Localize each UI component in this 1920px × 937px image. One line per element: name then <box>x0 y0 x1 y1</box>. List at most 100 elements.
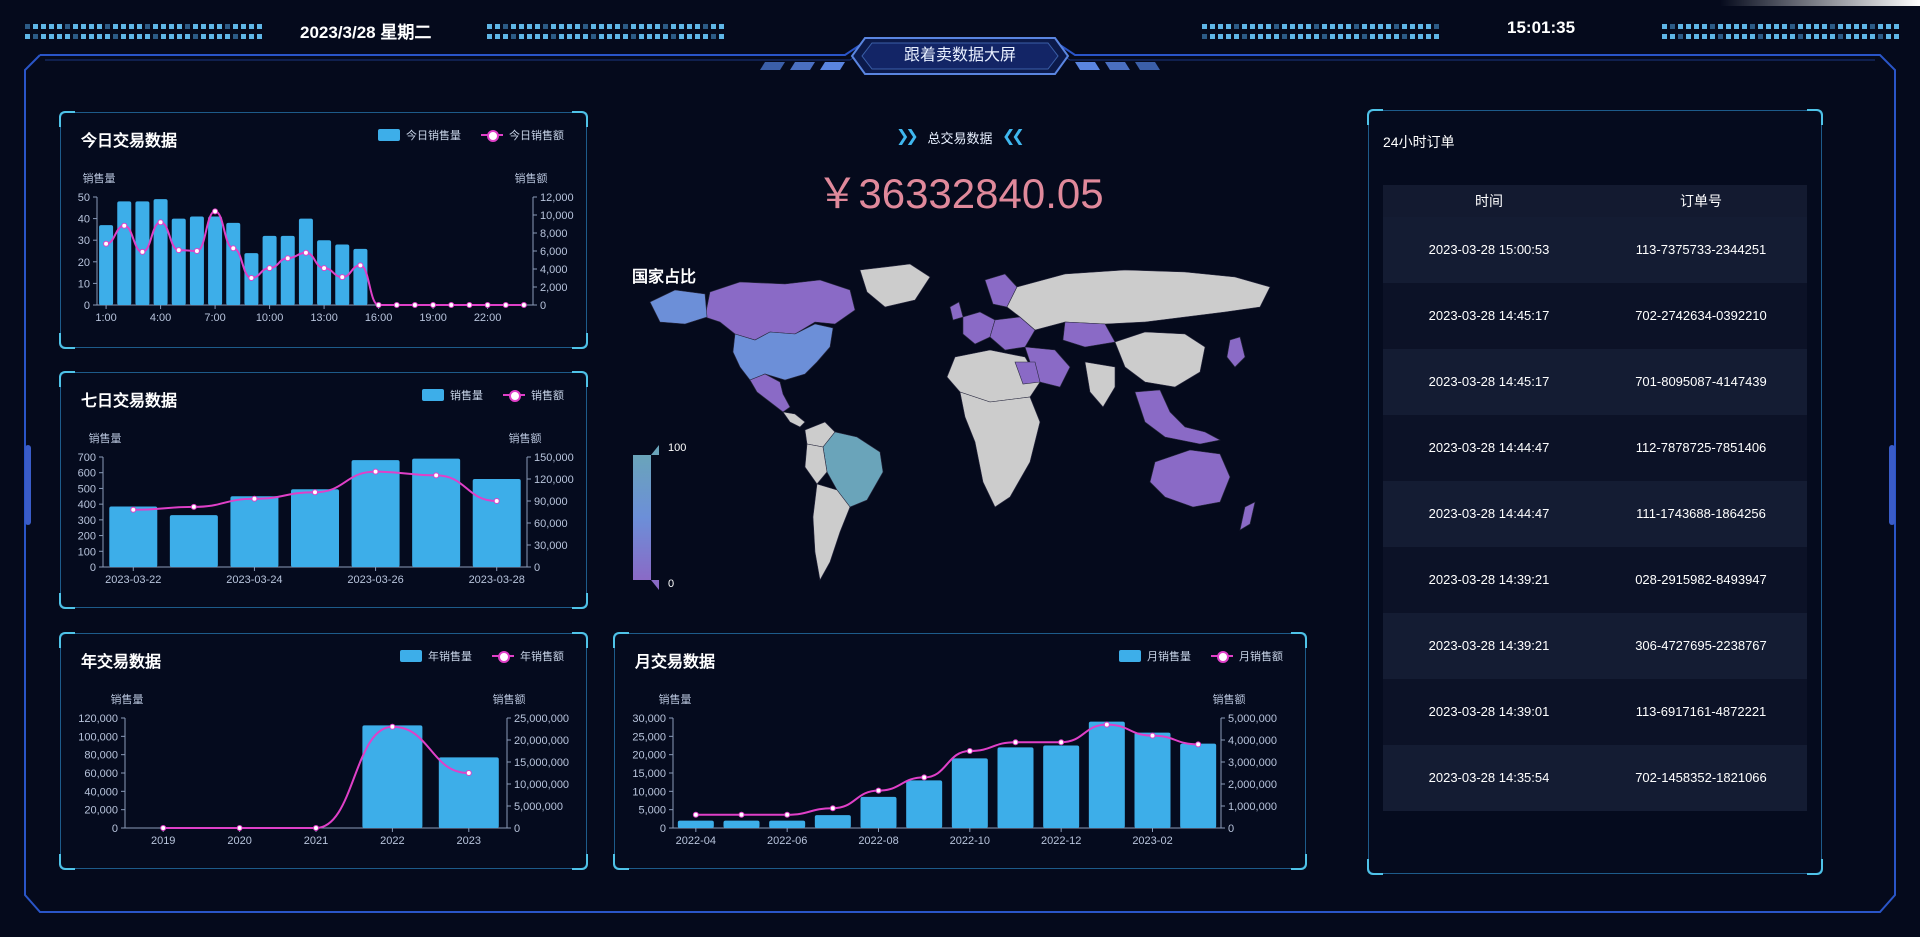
line-point <box>393 302 400 308</box>
line-point <box>921 774 928 781</box>
y-left-tick-label: 300 <box>78 515 96 527</box>
deco-dots-left-4 <box>487 34 724 52</box>
x-tick-label: 2022-04 <box>676 835 716 847</box>
left-side-tab <box>25 445 31 525</box>
y-right-tick-label: 20,000,000 <box>514 735 569 747</box>
chart-bar <box>298 218 313 305</box>
y-left-tick-label: 400 <box>78 499 96 511</box>
week-chart: 销售量 销售额 0 100 200 300 400 500 600 700 0 30,000 60,00… <box>78 431 574 586</box>
table-row[interactable]: 2023-03-28 14:39:21 028-2915982-8493947 <box>1383 547 1807 613</box>
dashboard: 2023/3/28 星期二 15:01:35 跟着卖数据大屏 今日交易数据 今日… <box>0 0 1920 937</box>
line-point <box>692 811 699 818</box>
map-region-uk <box>949 301 964 321</box>
line-point <box>193 248 200 254</box>
table-row[interactable]: 2023-03-28 14:45:17 702-2742634-0392210 <box>1383 283 1807 349</box>
visualmap-max-label: 100 <box>668 442 687 454</box>
line-point <box>448 302 455 308</box>
chart-bar <box>208 216 223 305</box>
map-region-russia <box>1006 269 1271 331</box>
y-right-tick-label: 30,000 <box>534 540 568 552</box>
line-point <box>1012 739 1019 746</box>
y-right-tick-label: 150,000 <box>534 452 574 464</box>
y-left-tick-label: 200 <box>78 531 96 543</box>
x-tick-label: 13:00 <box>310 312 338 324</box>
x-tick-label: 2022-12 <box>1041 835 1081 847</box>
order-time-cell: 2023-03-28 14:45:17 <box>1428 308 1550 323</box>
chart-bar <box>351 460 400 567</box>
map-region-new-zealand <box>1239 501 1256 531</box>
y-right-tick-label: 12,000 <box>540 192 574 204</box>
x-tick-label: 4:00 <box>150 312 171 324</box>
visualmap-handle-top[interactable] <box>651 445 659 455</box>
orders-table-body[interactable]: 2023-03-28 15:00:53 113-7375733-2344251 20… <box>1383 217 1807 811</box>
chart-bar <box>317 240 332 305</box>
x-tick-label: 2023-03-22 <box>105 574 161 586</box>
chart-bar <box>109 506 158 567</box>
y-left-tick-label: 30 <box>78 235 90 247</box>
line-point <box>302 249 309 256</box>
world-map[interactable] <box>645 262 1275 592</box>
y-right-tick-label: 1,000,000 <box>1228 801 1277 813</box>
y-left-tick-label: 15,000 <box>632 768 666 780</box>
visualmap-handle-bottom[interactable] <box>651 580 659 590</box>
y-left-tick-label: 40 <box>78 214 90 226</box>
y-left-tick-label: 20,000 <box>84 805 118 817</box>
table-row[interactable]: 2023-03-28 14:39:01 113-6917161-4872221 <box>1383 679 1807 745</box>
y-right-tick-label: 4,000 <box>540 264 568 276</box>
chart-bar <box>226 222 241 305</box>
x-tick-label: 2021 <box>304 835 328 847</box>
y-left-tick-label: 0 <box>112 823 118 835</box>
chart-bar <box>169 515 218 567</box>
map-region-greenland <box>859 263 931 308</box>
y-right-tick-label: 0 <box>514 823 520 835</box>
chart-bar <box>353 248 368 305</box>
y-left-axis-label: 销售量 <box>89 431 122 445</box>
line-point <box>121 222 128 229</box>
orders-table: 时间 订单号 2023-03-28 15:00:53 113-7375733-23… <box>1383 185 1807 811</box>
y-right-tick-label: 8,000 <box>540 228 568 240</box>
map-region-central-america <box>782 411 806 428</box>
visualmap-bar[interactable] <box>633 455 651 580</box>
order-number-cell: 113-6917161-4872221 <box>1635 704 1767 719</box>
map-region-china <box>1114 331 1206 388</box>
chart-bar <box>1180 743 1217 828</box>
y-right-tick-label: 60,000 <box>534 518 568 530</box>
table-row[interactable]: 2023-03-28 14:39:21 306-4727695-2238767 <box>1383 613 1807 679</box>
line-point <box>130 506 137 513</box>
line-point <box>493 498 500 504</box>
table-row[interactable]: 2023-03-28 14:44:47 111-1743688-1864256 <box>1383 481 1807 547</box>
table-row[interactable]: 2023-03-28 14:35:54 702-1458352-1821066 <box>1383 745 1807 811</box>
order-time-cell: 2023-03-28 14:35:54 <box>1428 770 1550 785</box>
y-right-tick-label: 0 <box>540 300 546 312</box>
line-point <box>1103 721 1110 728</box>
order-number-cell: 702-2742634-0392210 <box>1635 308 1767 323</box>
x-tick-label: 19:00 <box>419 312 447 324</box>
x-tick-label: 2023 <box>457 835 481 847</box>
chart-bar <box>1134 732 1171 828</box>
x-tick-label: 2022-06 <box>767 835 807 847</box>
deco-dots-left-2 <box>25 34 262 52</box>
chart-bar <box>153 199 168 305</box>
today-chart: 销售量 销售额 0 10 20 30 40 50 0 2,000 4,000 6,000 8,000 10… <box>78 171 574 324</box>
order-number-cell: 306-4727695-2238767 <box>1635 638 1767 653</box>
x-tick-label: 2019 <box>151 835 175 847</box>
table-row[interactable]: 2023-03-28 15:00:53 113-7375733-2344251 <box>1383 217 1807 283</box>
deco-dots-right-4 <box>1662 34 1899 52</box>
table-row[interactable]: 2023-03-28 14:44:47 112-7878725-7851406 <box>1383 415 1807 481</box>
line-point <box>313 825 319 831</box>
map-region-sub-saharan <box>959 391 1041 508</box>
order-number-cell: 112-7878725-7851406 <box>1635 440 1767 455</box>
y-left-tick-label: 25,000 <box>632 731 666 743</box>
y-left-tick-label: 0 <box>84 300 90 312</box>
y-left-tick-label: 30,000 <box>632 713 666 725</box>
y-left-tick-label: 600 <box>78 468 96 480</box>
y-left-tick-label: 50 <box>78 192 90 204</box>
y-right-tick-label: 120,000 <box>534 474 574 486</box>
order-number-cell: 111-1743688-1864256 <box>1636 506 1766 521</box>
line-point <box>251 495 258 502</box>
top-right-glow <box>1720 0 1920 6</box>
table-row[interactable]: 2023-03-28 14:45:17 701-8095087-4147439 <box>1383 349 1807 415</box>
map-region-australia <box>1149 449 1231 508</box>
x-tick-label: 16:00 <box>365 312 393 324</box>
line-point <box>357 262 364 269</box>
